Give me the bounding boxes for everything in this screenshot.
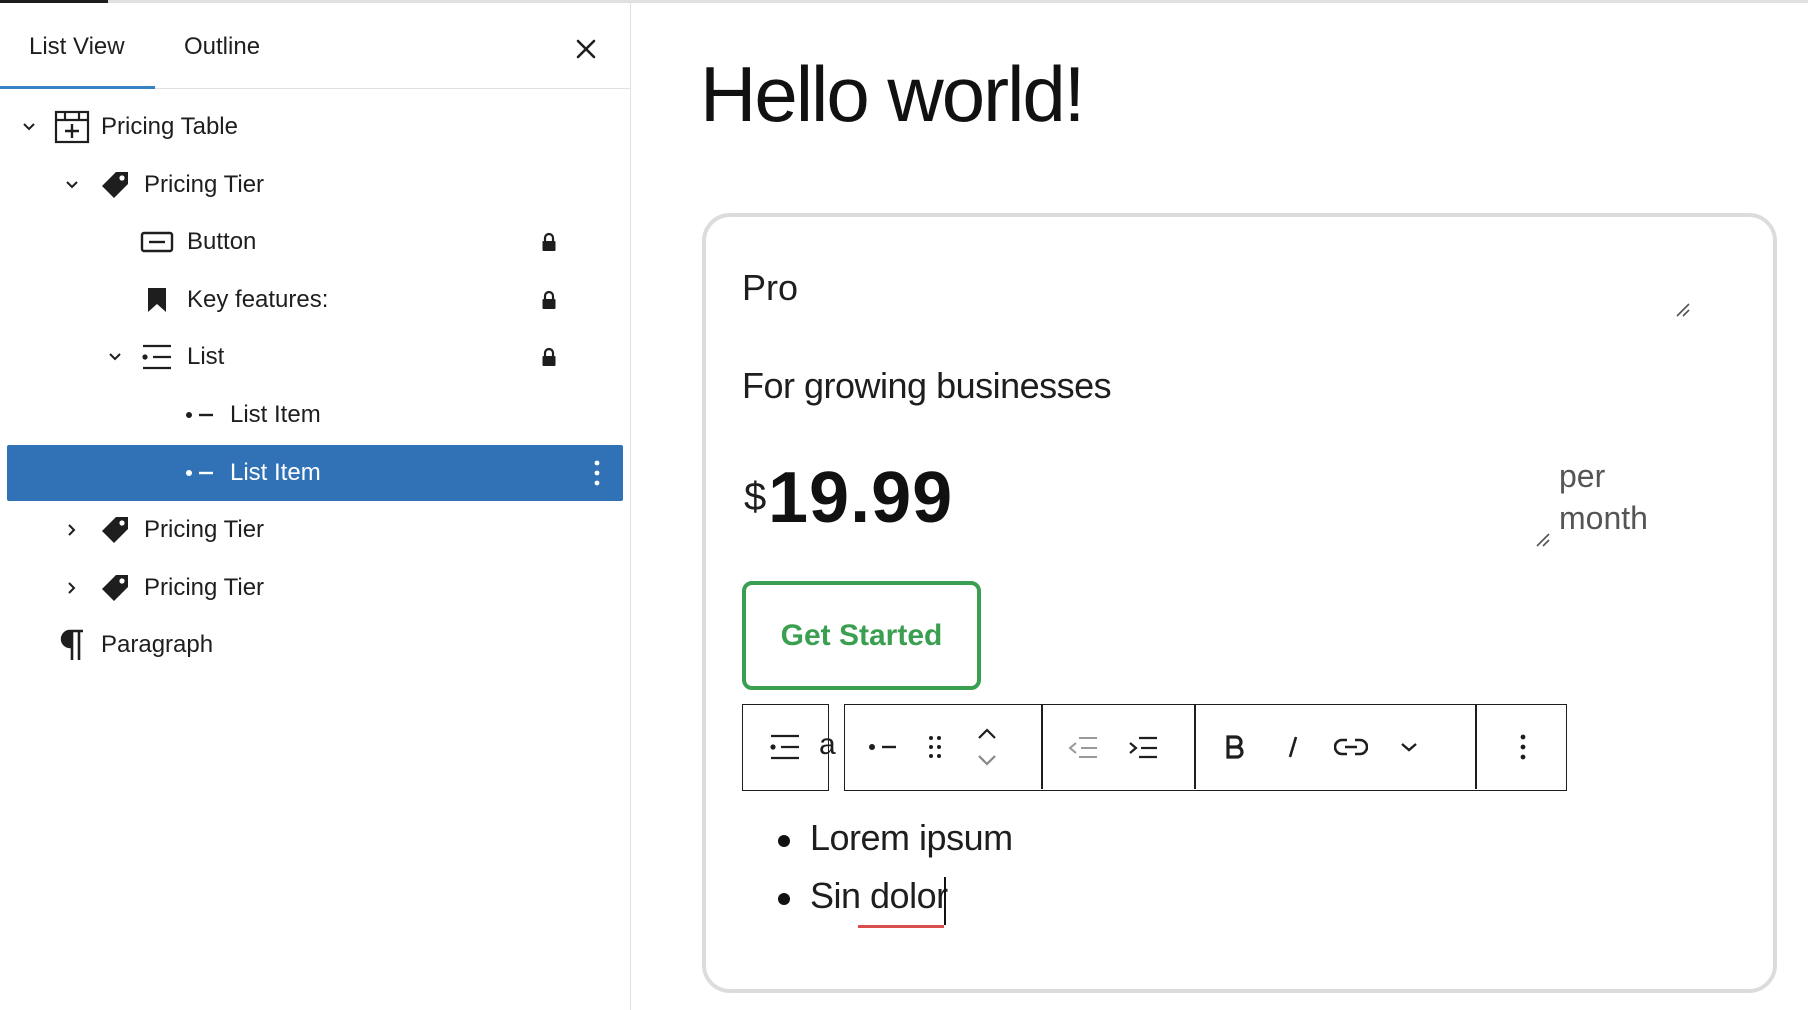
outdent-button[interactable] <box>1055 705 1111 789</box>
close-sidebar-button[interactable] <box>566 29 606 69</box>
toolbar-separator <box>1194 705 1196 789</box>
italic-icon <box>1288 736 1298 758</box>
toolbar-separator <box>1475 705 1477 789</box>
drag-handle-icon <box>929 736 941 758</box>
get-started-button[interactable]: Get Started <box>742 581 981 690</box>
lock-icon <box>537 345 561 369</box>
chevron-right-icon[interactable] <box>60 576 84 600</box>
chevron-down-icon[interactable] <box>17 115 41 139</box>
tree-item-label: Pricing Tier <box>144 574 265 601</box>
tree-item-list-item-selected[interactable]: List Item <box>7 445 623 501</box>
currency-symbol[interactable]: $ <box>744 475 766 520</box>
tree-item-label: List Item <box>230 459 321 486</box>
billing-period[interactable]: per month <box>1559 455 1669 539</box>
tree-item-pricing-tier[interactable]: Pricing Tier <box>7 560 623 616</box>
sidebar-tabs: List View Outline <box>0 3 630 89</box>
parent-block-group <box>742 704 829 791</box>
close-icon <box>576 39 596 59</box>
tree-item-label: List <box>187 343 225 370</box>
tier-description[interactable]: For growing businesses <box>742 365 1112 407</box>
chevron-down-icon[interactable] <box>103 345 127 369</box>
more-formatting-button[interactable] <box>1381 705 1437 789</box>
list-icon <box>137 337 177 377</box>
tag-icon <box>95 165 135 205</box>
tag-icon <box>95 568 135 608</box>
tree-item-label: Pricing Tier <box>144 516 265 543</box>
link-icon <box>1334 738 1368 756</box>
editor-canvas: Hello world! Pro For growing businesses … <box>632 3 1808 1010</box>
table-icon <box>52 107 92 147</box>
indent-button[interactable] <box>1115 705 1171 789</box>
link-button[interactable] <box>1323 705 1379 789</box>
lock-icon <box>537 288 561 312</box>
list-item-icon <box>869 744 896 750</box>
bookmark-icon <box>137 280 177 320</box>
underlying-text: a <box>819 728 836 761</box>
bullet <box>778 835 790 847</box>
paragraph-icon <box>52 625 92 665</box>
billing-period-line1: per <box>1559 458 1606 494</box>
tree-item-pricing-tier[interactable]: Pricing Tier <box>7 157 623 213</box>
tree-item-list[interactable]: List <box>7 329 623 385</box>
outdent-icon <box>1068 737 1097 758</box>
billing-period-line2: month <box>1559 500 1648 536</box>
tag-icon <box>95 510 135 550</box>
tree-item-paragraph[interactable]: Paragraph <box>7 617 623 673</box>
italic-button[interactable] <box>1265 705 1321 789</box>
move-up-icon[interactable] <box>977 728 997 740</box>
spellcheck-underline <box>858 925 944 928</box>
post-title[interactable]: Hello world! <box>700 49 1085 140</box>
block-type-button[interactable] <box>853 705 913 789</box>
tree-item-label: Pricing Tier <box>144 171 265 198</box>
chevron-right-icon[interactable] <box>60 518 84 542</box>
indent-icon <box>1129 736 1157 759</box>
select-parent-list-button[interactable] <box>743 705 827 789</box>
bold-icon <box>1226 735 1244 759</box>
list-parent-icon <box>770 734 799 760</box>
tab-list-view[interactable]: List View <box>0 3 155 89</box>
tree-item-key-features[interactable]: Key features: <box>7 272 623 328</box>
toolbar-separator <box>1041 705 1043 789</box>
tab-outline[interactable]: Outline <box>155 3 289 89</box>
bold-button[interactable] <box>1207 705 1263 789</box>
tree-item-button[interactable]: Button <box>7 214 623 270</box>
list-view-sidebar: List View Outline Pricing Table Pricing … <box>0 3 631 1010</box>
more-options-icon[interactable] <box>582 453 612 493</box>
tree-item-list-item[interactable]: List Item <box>7 387 623 443</box>
tree-item-label: Key features: <box>187 286 329 313</box>
bullet <box>778 893 790 905</box>
tier-name[interactable]: Pro <box>742 267 798 309</box>
pricing-tier-card[interactable]: Pro For growing businesses $ 19.99 per m… <box>702 213 1777 993</box>
list-item-text: Sin dolor <box>810 875 948 916</box>
tree-item-pricing-tier[interactable]: Pricing Tier <box>7 502 623 558</box>
chevron-down-icon[interactable] <box>60 173 84 197</box>
list-item-icon <box>180 395 220 435</box>
tree-item-pricing-table[interactable]: Pricing Table <box>7 99 623 155</box>
text-caret <box>944 877 946 925</box>
resize-handle-icon[interactable] <box>1534 531 1552 549</box>
tree-item-label: Paragraph <box>101 631 214 658</box>
button-icon <box>137 222 177 262</box>
resize-handle-icon[interactable] <box>1674 301 1692 319</box>
tree-item-label: Button <box>187 228 257 255</box>
move-down-icon[interactable] <box>977 754 997 766</box>
more-options-icon <box>1520 734 1526 760</box>
price-value[interactable]: 19.99 <box>768 457 953 539</box>
tree-item-label: List Item <box>230 401 321 428</box>
lock-icon <box>537 230 561 254</box>
more-formatting-chevron-icon <box>1401 743 1417 752</box>
drag-handle-button[interactable] <box>913 705 957 789</box>
active-tab-indicator <box>0 86 155 89</box>
move-buttons <box>957 705 1017 789</box>
block-options-button[interactable] <box>1485 705 1561 789</box>
list-item-text: Lorem ipsum <box>810 817 1013 858</box>
tree-item-label: Pricing Table <box>101 113 238 140</box>
list-item-icon <box>180 453 220 493</box>
block-tools-group <box>844 704 1567 791</box>
